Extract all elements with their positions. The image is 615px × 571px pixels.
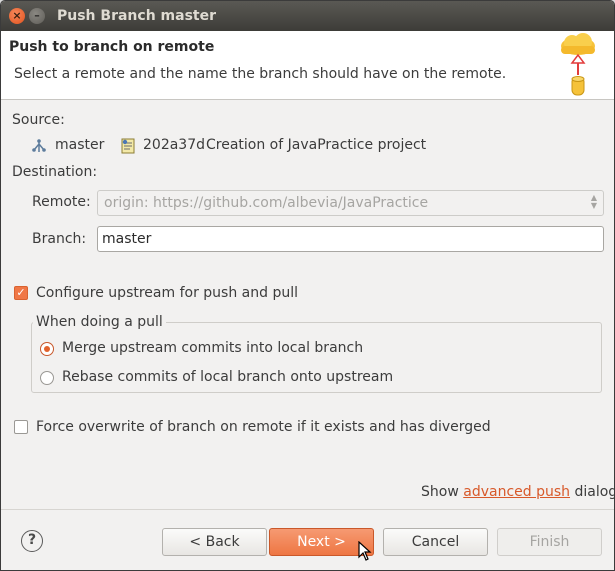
remote-select[interactable]: origin: https://github.com/albevia/JavaP… bbox=[97, 190, 604, 216]
rebase-option-label[interactable]: Rebase commits of local branch onto upst… bbox=[62, 369, 393, 385]
footer-divider bbox=[1, 509, 614, 510]
cloud-push-icon bbox=[561, 33, 595, 96]
pull-mode-group-title: When doing a pull bbox=[33, 314, 166, 330]
source-branch: master bbox=[55, 137, 105, 153]
wizard-banner: Push to branch on remote Select a remote… bbox=[1, 31, 614, 100]
advanced-push-link[interactable]: advanced push bbox=[463, 484, 570, 500]
force-overwrite-label[interactable]: Force overwrite of branch on remote if i… bbox=[36, 419, 491, 435]
push-branch-dialog: × – Push Branch master Push to branch on… bbox=[0, 0, 615, 571]
advanced-push-text: Show advanced push dialog bbox=[421, 484, 615, 500]
merge-option-label[interactable]: Merge upstream commits into local branch bbox=[62, 340, 363, 356]
source-commit-message: Creation of JavaPractice project bbox=[206, 137, 427, 153]
back-button[interactable]: < Back bbox=[162, 528, 267, 556]
mouse-cursor-icon bbox=[358, 541, 372, 561]
help-icon[interactable]: ? bbox=[21, 530, 43, 552]
banner-description: Select a remote and the name the branch … bbox=[14, 66, 507, 82]
remote-label: Remote: bbox=[32, 194, 91, 210]
configure-upstream-label[interactable]: Configure upstream for push and pull bbox=[36, 285, 298, 301]
cancel-button[interactable]: Cancel bbox=[383, 528, 488, 556]
rebase-radio[interactable] bbox=[40, 371, 54, 385]
source-commit-id: 202a37d bbox=[143, 137, 206, 153]
merge-radio[interactable] bbox=[40, 342, 54, 356]
destination-label: Destination: bbox=[12, 164, 98, 180]
branch-icon bbox=[32, 139, 46, 152]
finish-button: Finish bbox=[497, 528, 602, 556]
window-title: Push Branch master bbox=[57, 8, 216, 24]
close-icon[interactable]: × bbox=[9, 8, 25, 24]
configure-upstream-checkbox[interactable]: ✓ bbox=[14, 286, 28, 300]
advanced-suffix: dialog bbox=[574, 484, 615, 500]
branch-name-input[interactable]: master bbox=[97, 226, 604, 252]
minimize-icon[interactable]: – bbox=[29, 8, 45, 24]
source-label: Source: bbox=[12, 112, 65, 128]
branch-label: Branch: bbox=[32, 231, 87, 247]
title-bar: × – Push Branch master bbox=[1, 1, 614, 31]
commit-icon bbox=[121, 138, 135, 154]
force-overwrite-checkbox[interactable] bbox=[14, 420, 28, 434]
advanced-prefix: Show bbox=[421, 484, 459, 500]
banner-heading: Push to branch on remote bbox=[9, 39, 215, 55]
spinner-arrows-icon: ▲ ▼ bbox=[590, 193, 597, 210]
remote-select-value: origin: https://github.com/albevia/JavaP… bbox=[104, 195, 429, 211]
